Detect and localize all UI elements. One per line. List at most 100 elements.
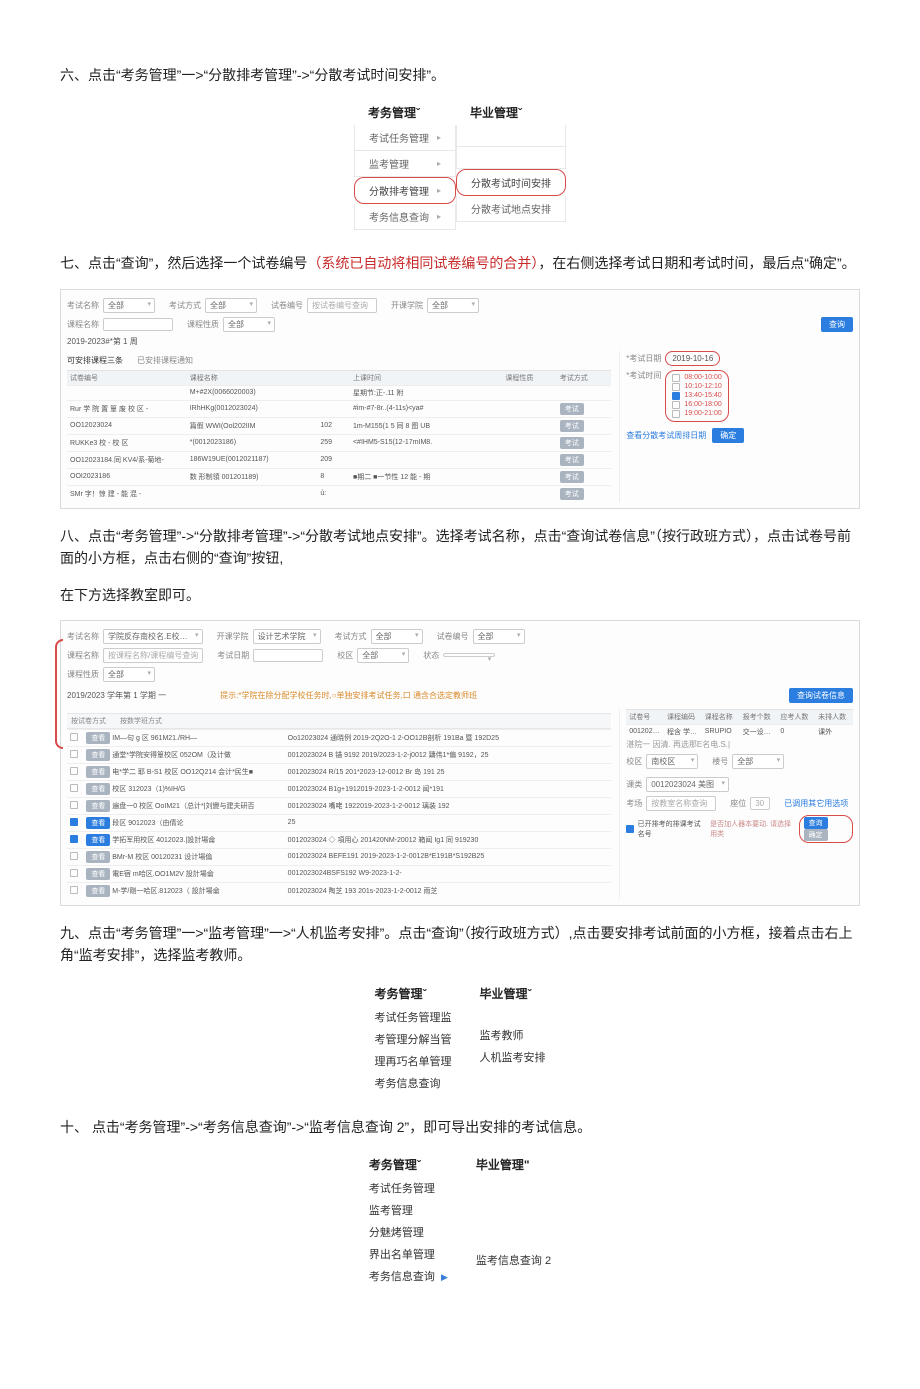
menu-item[interactable]: 考务信息查询 [361,1072,466,1094]
menu-sub[interactable]: 监考教师 [466,1024,560,1046]
row-action-button[interactable]: 查看 [86,851,110,863]
select-side-campus[interactable]: 南校区 [646,754,698,769]
menu-item[interactable]: 考务信息查询 ▶ [355,1265,462,1287]
checkbox-icon[interactable] [672,374,680,382]
time-option[interactable]: 10:10-12:10 [684,383,721,390]
menu-item[interactable]: 监考管理 [355,1199,462,1221]
select-campus[interactable]: 全部 [357,648,409,663]
select-exam[interactable]: 学院反存南校名.E校… [103,629,203,644]
select-dept[interactable]: 设计艺术学院 [253,629,321,644]
menu-item[interactable]: 考试任务管理▸ [354,125,456,151]
time-option[interactable]: 16:00-18:00 [684,401,721,408]
menu-sub[interactable]: 人机监考安排 [466,1046,560,1068]
checkbox-icon[interactable] [70,801,78,809]
input-course[interactable]: 按课程名称/课程编号查询 [103,648,203,663]
menu-item[interactable]: 理再巧名单管理 [361,1050,466,1072]
input-date[interactable] [253,649,323,662]
menu-item[interactable]: 分魅烤管理 [355,1221,462,1243]
row-action-button[interactable]: 查看 [86,766,110,778]
checkbox-icon[interactable] [70,869,78,877]
table-row[interactable]: 查看 BMr-M 校区 00120231 设计場倫0012023024 BEFE… [67,848,611,865]
checkbox-icon[interactable] [672,392,680,400]
mode-button[interactable]: 考试 [560,471,584,483]
table-row[interactable]: OO12023184.同 KV4/系-菊地-186W19UE(001202118… [67,451,611,468]
table-row[interactable]: 查看 段区 9012023（由倩论 25 [67,814,611,831]
checkbox-icon[interactable] [672,410,680,418]
select-type[interactable]: 0012023024 美图 [646,777,729,792]
checkbox-icon[interactable] [70,784,78,792]
checkbox-icon[interactable] [70,818,78,826]
menu-item[interactable]: 考试任务管理 [355,1177,462,1199]
menu-item[interactable]: 界出名单管理 [355,1243,462,1265]
mode-button[interactable]: 考试 [560,437,584,449]
input-room[interactable]: 按教室名称查询 [646,796,716,811]
table-row[interactable]: 查看 电*学二 耶 B-S1 校区 OO12Q214 会计*民生■0012023… [67,763,611,780]
row-action-button[interactable]: 查看 [86,800,110,812]
row-action-button[interactable]: 查看 [86,868,110,880]
checkbox-icon[interactable] [70,767,78,775]
checkbox-icon[interactable] [626,825,633,833]
query-paper-info-button[interactable]: 查询试卷信息 [789,688,853,703]
table-row[interactable]: OOI2023186数 形制領 001201189)8■期二 ■一节性 12 能… [67,468,611,485]
select-mode[interactable]: 全部 [371,629,423,644]
select-exam[interactable]: 全部 [103,298,155,313]
table-row[interactable]: RUKKe3 校 - 校 区*(0012023186)259<#IHM5-S15… [67,434,611,451]
checkbox-icon[interactable] [70,750,78,758]
table-row[interactable]: 查看 IM—句 g 区 961M21./RH—Oo12023024 通晓例 20… [67,729,611,746]
table-row[interactable]: 查看 M-学/剛一哈区.812023（ 設計場侖0012023024 陶芝 19… [67,882,611,899]
link-view-week[interactable]: 查看分散考试周排日期 [626,430,706,441]
mode-button[interactable]: 考试 [560,454,584,466]
row-action-button[interactable]: 查看 [86,749,110,761]
menu-item[interactable]: 考管理分解当管 [361,1028,466,1050]
tab-can-arrange[interactable]: 可安排课程三条 [67,355,123,366]
table-row[interactable]: SMr 字！惊 建 - 能 混 -ù:考试 [67,485,611,502]
query-button[interactable]: 查询 [821,317,853,332]
select-build[interactable]: 全部 [732,754,784,769]
table-row[interactable]: 查看 校区 312023（1)%IH/G0012023024 B1g+19120… [67,780,611,797]
input-paper[interactable]: 按试卷编号查询 [307,298,377,313]
checkbox-icon[interactable] [70,852,78,860]
link-options[interactable]: 已调用其它用选项 [784,798,848,809]
checkbox-icon[interactable] [70,835,78,843]
confirm-button[interactable]: 确定 [712,428,744,443]
time-option[interactable]: 19:00-21:00 [684,410,721,417]
date-picker[interactable]: 2019-10-16 [665,351,720,366]
subtab-class[interactable]: 按数学班方式 [120,716,162,726]
time-option[interactable]: 08:00-10:00 [684,374,721,381]
table-row[interactable]: 查看 学拓军用校区 4012023.|設計場侖0012023024 ◇ 項用心 … [67,831,611,848]
row-action-button[interactable]: 查看 [86,885,110,897]
subtab-paper[interactable]: 按试卷方式 [71,716,106,726]
menu-sub-place[interactable]: 分散考试地点安排 [456,196,566,222]
table-row[interactable]: M+#2X(0066020003)星期节:正-.11 附 [67,385,611,400]
select-state[interactable] [443,653,495,657]
menu-item[interactable]: 考试任务管理监 [361,1006,466,1028]
menu-item[interactable]: 考务信息查询▸ [354,204,456,230]
menu-sub[interactable]: 监考信息查询 2 [462,1249,565,1271]
row-action-button[interactable]: 查看 [86,732,110,744]
mode-button[interactable]: 考试 [560,488,584,500]
table-row[interactable]: OO12023024篇假 WWI(Ool202IIM1021m-M155(1 5… [67,417,611,434]
mode-button[interactable]: 考试 [560,403,584,415]
checkbox-icon[interactable] [672,401,680,409]
side-query-button[interactable]: 查询 [804,817,828,829]
input-course[interactable] [103,318,173,331]
table-row[interactable]: 查看 通堂*学院安得篁校区 052OM（及计做0012023024 B 锚 91… [67,746,611,763]
table-row[interactable]: 查看 遍盘一0 校区 OoIM21（总计*|刘變与建夫研否0012023024 … [67,797,611,814]
select-dept[interactable]: 全部 [427,298,479,313]
checkbox-icon[interactable] [70,733,78,741]
table-row[interactable]: Rur 学 院 置 篁 废 校 区 -IRhHKg(0012023024)#im… [67,400,611,417]
row-action-button[interactable]: 查看 [86,783,110,795]
tab-arranged[interactable]: 已安排课程通知 [137,355,193,366]
menu-item-fensan[interactable]: 分散排考管理▸ [354,177,456,204]
select-ctype[interactable]: 全部 [223,317,275,332]
input-seat[interactable]: 30 [750,797,770,810]
select-mode[interactable]: 全部 [205,298,257,313]
checkbox-icon[interactable] [672,383,680,391]
select-ctype[interactable]: 全部 [103,667,155,682]
menu-item[interactable]: 监考管理▸ [354,151,456,177]
select-paper[interactable]: 全部 [473,629,525,644]
checkbox-icon[interactable] [70,886,78,894]
row-action-button[interactable]: 查看 [86,834,110,846]
menu-sub-time[interactable]: 分散考试时间安排 [456,169,566,196]
table-row[interactable]: 查看 電E宿 m哈区.OO1M2V 設計場侖0012023024BSFS192 … [67,865,611,882]
